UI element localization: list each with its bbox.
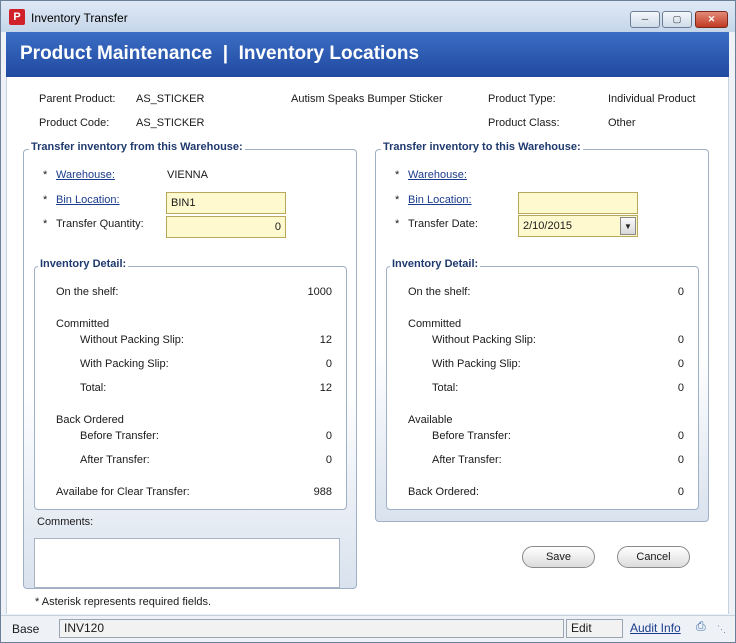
committed-label: Committed [408, 318, 462, 330]
on-shelf-value: 1000 [307, 286, 332, 298]
product-description: Autism Speaks Bumper Sticker [291, 93, 443, 105]
required-marker: * [43, 169, 48, 181]
without-packing-slip-value: 0 [677, 334, 684, 346]
back-ordered-value: 0 [677, 486, 684, 498]
back-ordered-label: Back Ordered [56, 414, 124, 426]
product-class-label: Product Class: [488, 117, 560, 129]
to-inventory-detail-title: Inventory Detail: [390, 258, 481, 270]
after-transfer-value: 0 [325, 454, 332, 466]
after-transfer-label: After Transfer: [80, 454, 150, 466]
status-state: Edit [566, 619, 623, 638]
audit-info-link[interactable]: Audit Info [630, 621, 681, 635]
from-warehouse-link[interactable]: Warehouse: [56, 169, 115, 181]
page-header: Product Maintenance | Inventory Location… [6, 32, 729, 77]
printer-icon[interactable]: ⎙ [696, 619, 706, 634]
window-title: Inventory Transfer [31, 11, 128, 25]
cancel-button[interactable]: Cancel [617, 546, 690, 568]
on-shelf-value: 0 [677, 286, 684, 298]
chevron-down-icon[interactable]: ▼ [620, 217, 636, 235]
transfer-date-label: Transfer Date: [408, 218, 478, 230]
close-button[interactable]: ✕ [695, 11, 728, 28]
committed-total-label: Total: [80, 382, 107, 394]
parent-product-value: AS_STICKER [136, 93, 205, 105]
app-logo-icon: P [9, 9, 25, 25]
committed-total-value: 12 [319, 382, 332, 394]
status-bar: Base INV120 Edit Audit Info ⎙ ⋱ [1, 615, 735, 642]
with-packing-slip-label: With Packing Slip: [432, 358, 521, 370]
before-transfer-value: 0 [677, 430, 684, 442]
available-label: Available [408, 414, 453, 426]
with-packing-slip-label: With Packing Slip: [80, 358, 169, 370]
transfer-quantity-input[interactable]: 0 [166, 216, 286, 238]
back-ordered-label: Back Ordered: [408, 486, 479, 498]
transfer-to-title: Transfer inventory to this Warehouse: [381, 141, 583, 153]
on-shelf-label: On the shelf: [56, 286, 119, 298]
transfer-date-picker[interactable]: 2/10/2015 ▼ [518, 215, 638, 237]
committed-total-label: Total: [432, 382, 459, 394]
comments-label: Comments: [37, 516, 94, 528]
transfer-date-value: 2/10/2015 [523, 220, 572, 232]
to-warehouse-link[interactable]: Warehouse: [408, 169, 467, 181]
product-code-label: Product Code: [39, 117, 110, 129]
before-transfer-label: Before Transfer: [80, 430, 159, 442]
with-packing-slip-value: 0 [677, 358, 684, 370]
comments-textarea[interactable] [34, 538, 340, 588]
status-form-code: INV120 [59, 619, 564, 638]
product-type-label: Product Type: [488, 93, 556, 105]
required-fields-footnote: * Asterisk represents required fields. [35, 596, 212, 608]
to-bin-location-input[interactable] [518, 192, 638, 214]
from-bin-location-link[interactable]: Bin Location: [56, 194, 120, 206]
without-packing-slip-label: Without Packing Slip: [432, 334, 536, 346]
available-clear-transfer-label: Availabe for Clear Transfer: [56, 486, 190, 498]
before-transfer-label: Before Transfer: [432, 430, 511, 442]
product-class-value: Other [608, 117, 636, 129]
after-transfer-label: After Transfer: [432, 454, 502, 466]
required-marker: * [395, 169, 400, 181]
before-transfer-value: 0 [325, 430, 332, 442]
to-bin-location-link[interactable]: Bin Location: [408, 194, 472, 206]
required-marker: * [43, 218, 48, 230]
committed-label: Committed [56, 318, 110, 330]
required-marker: * [43, 194, 48, 206]
parent-product-label: Parent Product: [39, 93, 116, 105]
from-inventory-detail-title: Inventory Detail: [38, 258, 129, 270]
minimize-button[interactable]: ─ [630, 11, 660, 28]
required-marker: * [395, 218, 400, 230]
without-packing-slip-label: Without Packing Slip: [80, 334, 184, 346]
without-packing-slip-value: 12 [319, 334, 332, 346]
transfer-from-title: Transfer inventory from this Warehouse: [29, 141, 245, 153]
with-packing-slip-value: 0 [325, 358, 332, 370]
from-bin-location-input[interactable]: BIN1 [166, 192, 286, 214]
product-code-value: AS_STICKER [136, 117, 205, 129]
resize-grip-icon[interactable]: ⋱ [717, 624, 726, 635]
on-shelf-label: On the shelf: [408, 286, 471, 298]
transfer-quantity-label: Transfer Quantity: [56, 218, 144, 230]
committed-total-value: 0 [677, 382, 684, 394]
title-bar: P Inventory Transfer ─ ▢ ✕ [1, 1, 735, 32]
after-transfer-value: 0 [677, 454, 684, 466]
page-title: Product Maintenance | Inventory Location… [20, 43, 420, 64]
available-clear-transfer-value: 988 [313, 486, 332, 498]
maximize-button[interactable]: ▢ [662, 11, 692, 28]
inventory-transfer-window: P Inventory Transfer ─ ▢ ✕ Product Maint… [0, 0, 736, 643]
save-button[interactable]: Save [522, 546, 595, 568]
product-type-value: Individual Product [608, 93, 696, 105]
from-warehouse-value: VIENNA [167, 169, 208, 181]
status-mode: Base [12, 622, 40, 636]
required-marker: * [395, 194, 400, 206]
